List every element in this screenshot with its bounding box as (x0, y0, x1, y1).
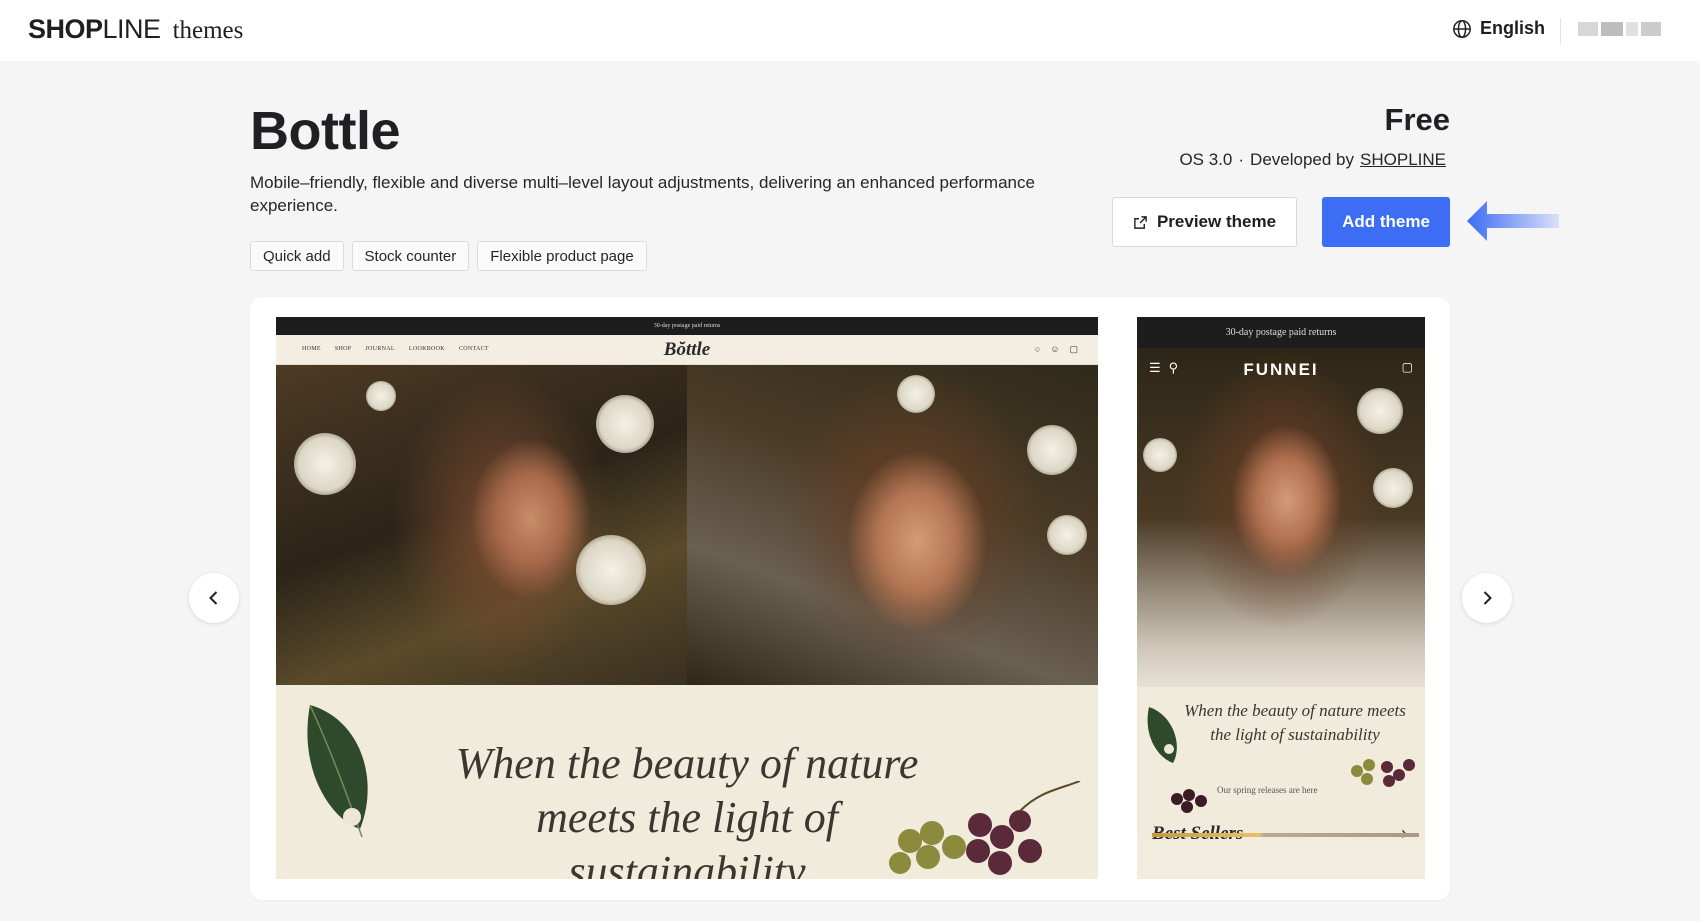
chevron-right-icon (1483, 591, 1492, 605)
language-label: English (1480, 18, 1546, 38)
mobile-announcement: 30-day postage paid returns (1137, 317, 1425, 348)
theme-title: Bottle (250, 101, 400, 161)
grapes-illustration (1351, 759, 1415, 787)
theme-gallery: 30-day postage paid returns HOME SHOP JO… (250, 297, 1450, 900)
desktop-hero-photos (276, 365, 1098, 685)
feature-tags: Quick add Stock counter Flexible product… (250, 241, 647, 271)
developer-link[interactable]: SHOPLINE (1360, 150, 1446, 170)
desktop-announcement: 30-day postage paid returns (276, 317, 1098, 335)
desktop-preview: 30-day postage paid returns HOME SHOP JO… (276, 317, 1098, 879)
language-selector[interactable]: English (1452, 18, 1545, 39)
product-thumbnails-strip (1152, 833, 1419, 837)
next-slide-button[interactable] (1462, 573, 1512, 623)
desktop-hero-banner: When the beauty of nature meets the ligh… (276, 685, 1098, 879)
preview-theme-button[interactable]: Preview theme (1112, 197, 1297, 247)
mobile-store-logo: FUNNEI (1243, 360, 1319, 379)
previous-slide-button[interactable] (189, 573, 239, 623)
external-link-icon (1134, 215, 1147, 229)
leaf-illustration (307, 704, 368, 838)
preview-theme-label: Preview theme (1156, 212, 1277, 231)
theme-meta: OS 3.0 · Developed by SHOPLINE (1179, 150, 1446, 170)
cart-icon: ▢ (1401, 360, 1413, 374)
theme-description: Mobile–friendly, flexible and diverse mu… (250, 173, 1035, 215)
add-theme-button[interactable]: Add theme (1322, 197, 1450, 247)
brand-suffix: themes (172, 17, 244, 44)
tag-quick-add: Quick add (250, 241, 344, 271)
os-version: OS 3.0 (1179, 150, 1233, 169)
brand-logo: SHOPLINE (28, 14, 161, 44)
mobile-tagline: When the beauty of nature meets the ligh… (1184, 701, 1406, 744)
globe-icon (1453, 19, 1471, 38)
tag-flexible-product-page: Flexible product page (477, 241, 647, 271)
top-bar: SHOPLINE themes English (0, 0, 1700, 61)
chevron-left-icon (209, 591, 218, 605)
arrow-pointer-icon (1467, 201, 1559, 241)
grapes-illustration (889, 781, 1081, 875)
meta-separator: · (1238, 150, 1245, 169)
hero-photo-left (276, 365, 687, 685)
developed-by-label: Developed by (1250, 150, 1355, 169)
theme-price: Free (1384, 102, 1450, 137)
mobile-preview: 30-day postage paid returns ☰ ⚲ FUNNEI ▢… (1137, 317, 1425, 879)
mobile-subline: Our spring releases are here (1217, 785, 1318, 795)
desktop-nav-icons: ○ ☺ ▢ (1035, 344, 1078, 355)
account-menu[interactable] (1578, 22, 1661, 36)
shopline-themes-logo[interactable]: SHOPLINE themes (28, 14, 243, 45)
cart-icon: ▢ (1069, 344, 1078, 354)
hero-photo-right (687, 365, 1098, 685)
mobile-hero-photo: ☰ ⚲ FUNNEI ▢ (1137, 348, 1425, 687)
search-icon: ○ (1034, 344, 1041, 354)
desktop-store-logo: Bŏttle (663, 339, 711, 360)
divider (1560, 18, 1561, 44)
account-icon: ☺ (1050, 344, 1060, 354)
grapes-illustration-small (1171, 789, 1207, 813)
desktop-nav: HOME SHOP JOURNAL LOOKBOOK CONTACT Bŏttl… (276, 335, 1098, 365)
tag-stock-counter: Stock counter (351, 241, 470, 271)
mobile-hero-banner: When the beauty of nature meets the ligh… (1137, 687, 1425, 844)
